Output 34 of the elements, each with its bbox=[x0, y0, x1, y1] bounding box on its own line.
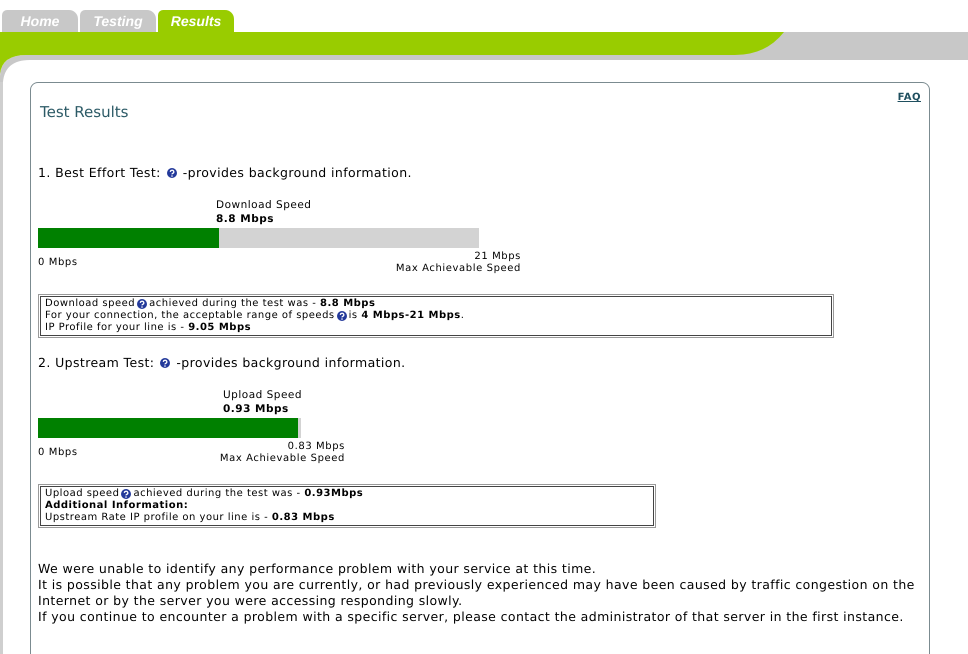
help-icon[interactable] bbox=[121, 489, 132, 499]
summary-text: If you continue to encounter a problem with a specific server, please contact the administrator of that server in the first instance. bbox=[38, 609, 905, 625]
info-text: achieved during the test was - 0.93Mbps bbox=[133, 488, 364, 500]
section-heading: 2. Upstream Test: bbox=[38, 355, 154, 371]
summary-text: We were unable to identify any performance problem with your service at this time. bbox=[38, 561, 598, 577]
section-heading: 1. Best Effort Test: bbox=[38, 165, 161, 181]
info-text: Upstream Rate IP profile on your line is - 0.83 Mbps bbox=[45, 512, 335, 524]
info-text: is 4 Mbps-21 Mbps. bbox=[348, 310, 464, 322]
info-label: Additional Information: bbox=[45, 500, 188, 512]
nav-tab[interactable]: Results bbox=[158, 10, 234, 32]
info-text: Upload speed bbox=[45, 488, 120, 500]
summary-text: It is possible that any problem you are currently, or had previously experienced may have been caused by traffic congestion on the Internet or by the server you were accessing responding slowly. bbox=[38, 577, 916, 609]
info-text: Download speed bbox=[45, 298, 136, 310]
info-text: For your connection, the acceptable range of speeds bbox=[45, 310, 335, 322]
scale-max-label: 21 Mbps bbox=[474, 251, 521, 263]
scale-min-label: 0 Mbps bbox=[38, 257, 78, 269]
help-icon[interactable] bbox=[166, 168, 177, 178]
help-icon[interactable] bbox=[137, 299, 148, 309]
help-icon[interactable] bbox=[160, 358, 170, 368]
page-title: Test Results bbox=[40, 104, 130, 120]
meter-value: 0.93 Mbps bbox=[223, 402, 289, 416]
meter-label: Download Speed bbox=[216, 198, 312, 212]
info-text: achieved during the test was - 8.8 Mbps bbox=[149, 298, 376, 310]
section-note: -provides background information. bbox=[176, 355, 406, 371]
meter-label: Upload Speed bbox=[223, 388, 302, 402]
help-icon[interactable] bbox=[336, 311, 347, 321]
scale-min-label: 0 Mbps bbox=[38, 447, 78, 459]
section-note: -provides background information. bbox=[182, 165, 412, 181]
scale-max-caption: Max Achievable Speed bbox=[396, 263, 521, 275]
meter-value: 8.8 Mbps bbox=[216, 212, 274, 226]
info-text: IP Profile for your line is - 9.05 Mbps bbox=[45, 322, 252, 334]
scale-max-caption: Max Achievable Speed bbox=[220, 453, 345, 465]
faq-link[interactable]: FAQ bbox=[898, 92, 921, 104]
scale-max-label: 0.83 Mbps bbox=[288, 441, 345, 453]
